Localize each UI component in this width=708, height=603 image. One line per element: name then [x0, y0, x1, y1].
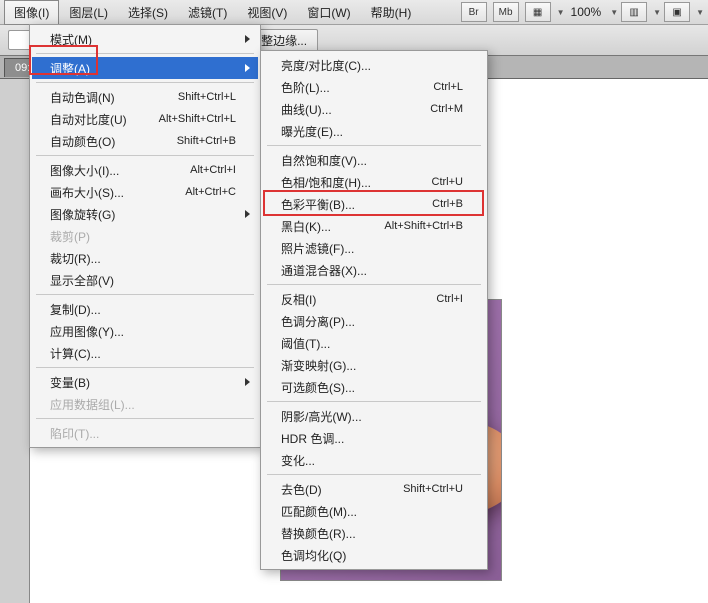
image-menu-dropdown: 模式(M) 调整(A) 自动色调(N)Shift+Ctrl+L 自动对比度(U)…	[29, 24, 261, 448]
menu-separator	[36, 294, 254, 295]
menu-item-exposure[interactable]: 曝光度(E)...	[263, 120, 485, 142]
menu-separator	[267, 474, 481, 475]
adjustments-submenu: 亮度/对比度(C)... 色阶(L)...Ctrl+L 曲线(U)...Ctrl…	[260, 50, 488, 570]
menu-item-auto-contrast[interactable]: 自动对比度(U)Alt+Shift+Ctrl+L	[32, 108, 258, 130]
menu-separator	[267, 401, 481, 402]
menu-item-apply-data-set: 应用数据组(L)...	[32, 393, 258, 415]
menu-item-match-color[interactable]: 匹配颜色(M)...	[263, 500, 485, 522]
dropdown-icon: ▼	[653, 8, 661, 17]
menu-item-adjustments[interactable]: 调整(A)	[32, 57, 258, 79]
screen-mode-icon[interactable]: ▣	[664, 2, 690, 22]
menu-view[interactable]: 视图(V)	[237, 0, 297, 25]
submenu-arrow-icon	[245, 378, 250, 386]
bridge-icon[interactable]: Br	[461, 2, 487, 22]
menu-item-trap: 陷印(T)...	[32, 422, 258, 444]
menu-item-apply-image[interactable]: 应用图像(Y)...	[32, 320, 258, 342]
menu-item-gradient-map[interactable]: 渐变映射(G)...	[263, 354, 485, 376]
menu-item-invert[interactable]: 反相(I)Ctrl+I	[263, 288, 485, 310]
zoom-level[interactable]: 100%	[571, 5, 602, 19]
menu-select[interactable]: 选择(S)	[118, 0, 178, 25]
menu-separator	[36, 155, 254, 156]
menu-item-mode[interactable]: 模式(M)	[32, 28, 258, 50]
menu-item-hdr-toning[interactable]: HDR 色调...	[263, 427, 485, 449]
menu-item-levels[interactable]: 色阶(L)...Ctrl+L	[263, 76, 485, 98]
menu-item-threshold[interactable]: 阈值(T)...	[263, 332, 485, 354]
menu-filter[interactable]: 滤镜(T)	[178, 0, 237, 25]
menu-item-auto-color[interactable]: 自动颜色(O)Shift+Ctrl+B	[32, 130, 258, 152]
submenu-arrow-icon	[245, 210, 250, 218]
menu-item-color-balance[interactable]: 色彩平衡(B)...Ctrl+B	[263, 193, 485, 215]
arrange-docs-icon[interactable]: ▥	[621, 2, 647, 22]
menu-item-brightness-contrast[interactable]: 亮度/对比度(C)...	[263, 54, 485, 76]
menu-separator	[36, 418, 254, 419]
ruler	[0, 79, 30, 603]
menu-item-hue-saturation[interactable]: 色相/饱和度(H)...Ctrl+U	[263, 171, 485, 193]
menu-item-canvas-size[interactable]: 画布大小(S)...Alt+Ctrl+C	[32, 181, 258, 203]
menu-item-image-rotation[interactable]: 图像旋转(G)	[32, 203, 258, 225]
menu-image[interactable]: 图像(I)	[4, 0, 59, 25]
menu-help[interactable]: 帮助(H)	[361, 0, 422, 25]
dropdown-icon: ▼	[610, 8, 618, 17]
menu-item-calculations[interactable]: 计算(C)...	[32, 342, 258, 364]
menu-separator	[36, 53, 254, 54]
menubar: 图像(I) 图层(L) 选择(S) 滤镜(T) 视图(V) 窗口(W) 帮助(H…	[0, 0, 708, 25]
menu-item-photo-filter[interactable]: 照片滤镜(F)...	[263, 237, 485, 259]
menu-item-desaturate[interactable]: 去色(D)Shift+Ctrl+U	[263, 478, 485, 500]
menu-item-duplicate[interactable]: 复制(D)...	[32, 298, 258, 320]
menu-separator	[267, 145, 481, 146]
menu-item-vibrance[interactable]: 自然饱和度(V)...	[263, 149, 485, 171]
view-extras-icon[interactable]: ▦	[525, 2, 551, 22]
menu-layer[interactable]: 图层(L)	[59, 0, 118, 25]
menu-item-variations[interactable]: 变化...	[263, 449, 485, 471]
menu-window[interactable]: 窗口(W)	[297, 0, 360, 25]
menu-item-posterize[interactable]: 色调分离(P)...	[263, 310, 485, 332]
menu-item-equalize[interactable]: 色调均化(Q)	[263, 544, 485, 566]
menu-item-black-white[interactable]: 黑白(K)...Alt+Shift+Ctrl+B	[263, 215, 485, 237]
submenu-arrow-icon	[245, 35, 250, 43]
menu-item-curves[interactable]: 曲线(U)...Ctrl+M	[263, 98, 485, 120]
mb-icon[interactable]: Mb	[493, 2, 519, 22]
menu-item-variables[interactable]: 变量(B)	[32, 371, 258, 393]
menu-item-channel-mixer[interactable]: 通道混合器(X)...	[263, 259, 485, 281]
menu-item-reveal-all[interactable]: 显示全部(V)	[32, 269, 258, 291]
menu-item-replace-color[interactable]: 替换颜色(R)...	[263, 522, 485, 544]
dropdown-icon: ▼	[696, 8, 704, 17]
menu-item-trim[interactable]: 裁切(R)...	[32, 247, 258, 269]
dropdown-icon: ▼	[557, 8, 565, 17]
menu-item-shadows-highlights[interactable]: 阴影/高光(W)...	[263, 405, 485, 427]
menu-separator	[267, 284, 481, 285]
menu-item-auto-tone[interactable]: 自动色调(N)Shift+Ctrl+L	[32, 86, 258, 108]
submenu-arrow-icon	[245, 64, 250, 72]
menu-item-image-size[interactable]: 图像大小(I)...Alt+Ctrl+I	[32, 159, 258, 181]
menu-separator	[36, 82, 254, 83]
menu-separator	[36, 367, 254, 368]
menu-item-selective-color[interactable]: 可选颜色(S)...	[263, 376, 485, 398]
menu-item-crop: 裁剪(P)	[32, 225, 258, 247]
